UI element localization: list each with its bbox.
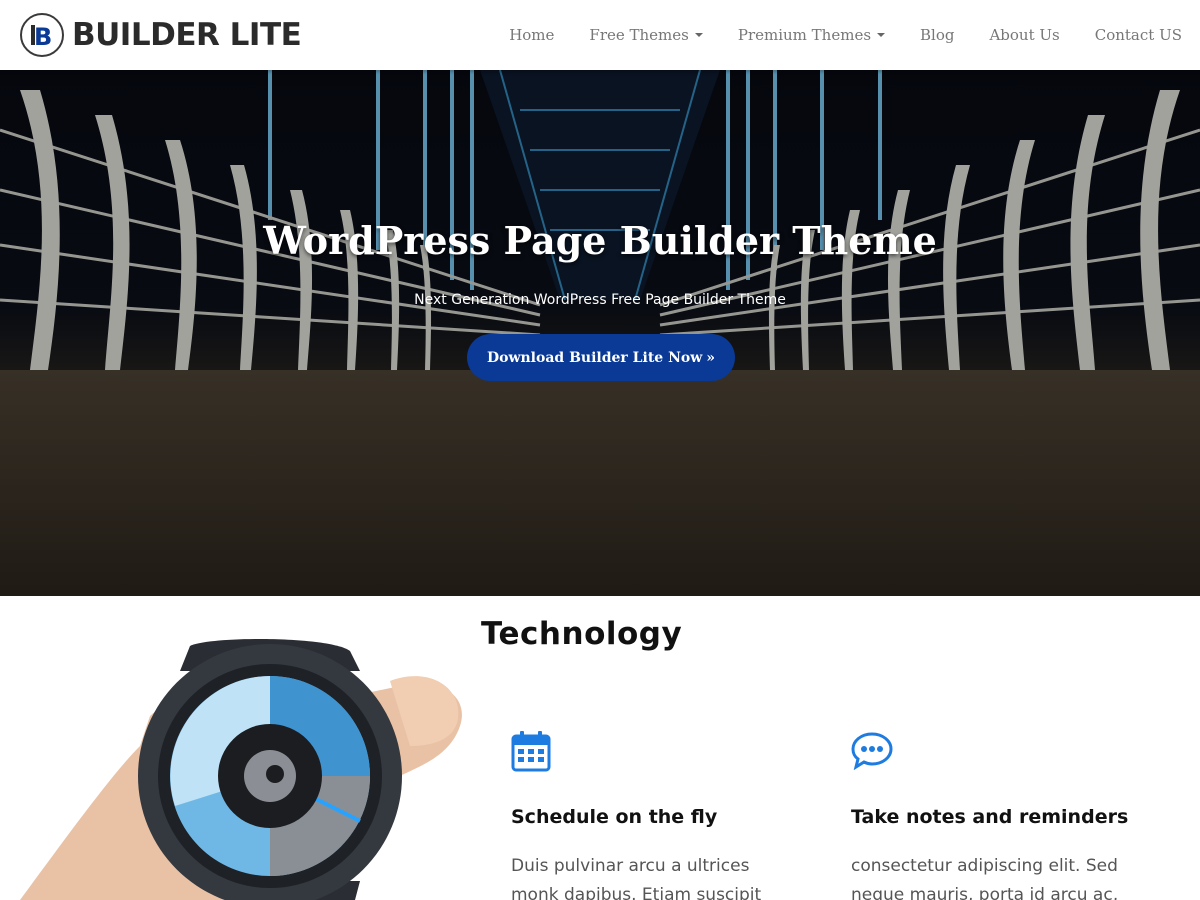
nav-item-contact-us[interactable]: Contact US (1095, 26, 1182, 44)
main-nav: Home Free Themes Premium Themes Blog Abo… (474, 0, 1182, 70)
nav-item-label: Home (509, 26, 555, 44)
site-header: B BUILDER LITE Home Free Themes Premium … (0, 0, 1200, 70)
caret-down-icon (877, 33, 886, 37)
technology-section: Technology Schedule on the fly Duis pulv… (0, 596, 1200, 900)
brand-name: BUILDER LITE (72, 17, 302, 53)
nav-item-label: Blog (920, 26, 955, 44)
nav-item-label: Free Themes (589, 26, 689, 44)
logo-letter: B (34, 23, 52, 51)
download-button-label: Download Builder Lite Now (486, 349, 703, 366)
caret-down-icon (694, 33, 703, 37)
calendar-icon (511, 730, 551, 776)
nav-item-label: Contact US (1094, 26, 1182, 44)
hero-title: WordPress Page Builder Theme (263, 218, 937, 263)
nav-item-label: About Us (989, 26, 1060, 44)
nav-item-blog[interactable]: Blog (920, 26, 954, 44)
download-button[interactable]: Download Builder Lite Now » (467, 334, 735, 381)
feature-title: Schedule on the fly (511, 806, 718, 828)
double-chevron-right-icon: » (706, 349, 716, 366)
section-title: Technology (481, 616, 683, 652)
logo-mark: B (20, 13, 64, 57)
feature-text: consectetur adipiscing elit. Sed neque m… (851, 856, 1119, 900)
nav-item-free-themes[interactable]: Free Themes (589, 26, 703, 44)
feature-title: Take notes and reminders (851, 806, 1129, 828)
hero-subtitle: Next Generation WordPress Free Page Buil… (414, 292, 786, 308)
nav-item-label: Premium Themes (737, 26, 872, 44)
feature-text: Duis pulvinar arcu a ultrices monk dapib… (511, 856, 762, 900)
nav-item-premium-themes[interactable]: Premium Themes (737, 26, 886, 44)
hero-overlay (0, 70, 1200, 596)
hero-banner: WordPress Page Builder Theme Next Genera… (0, 70, 1200, 596)
nav-item-about-us[interactable]: About Us (989, 26, 1059, 44)
nav-item-home[interactable]: Home (509, 26, 554, 44)
watch-image (0, 596, 470, 900)
chat-icon (851, 730, 893, 774)
site-logo[interactable]: B BUILDER LITE (20, 13, 302, 57)
